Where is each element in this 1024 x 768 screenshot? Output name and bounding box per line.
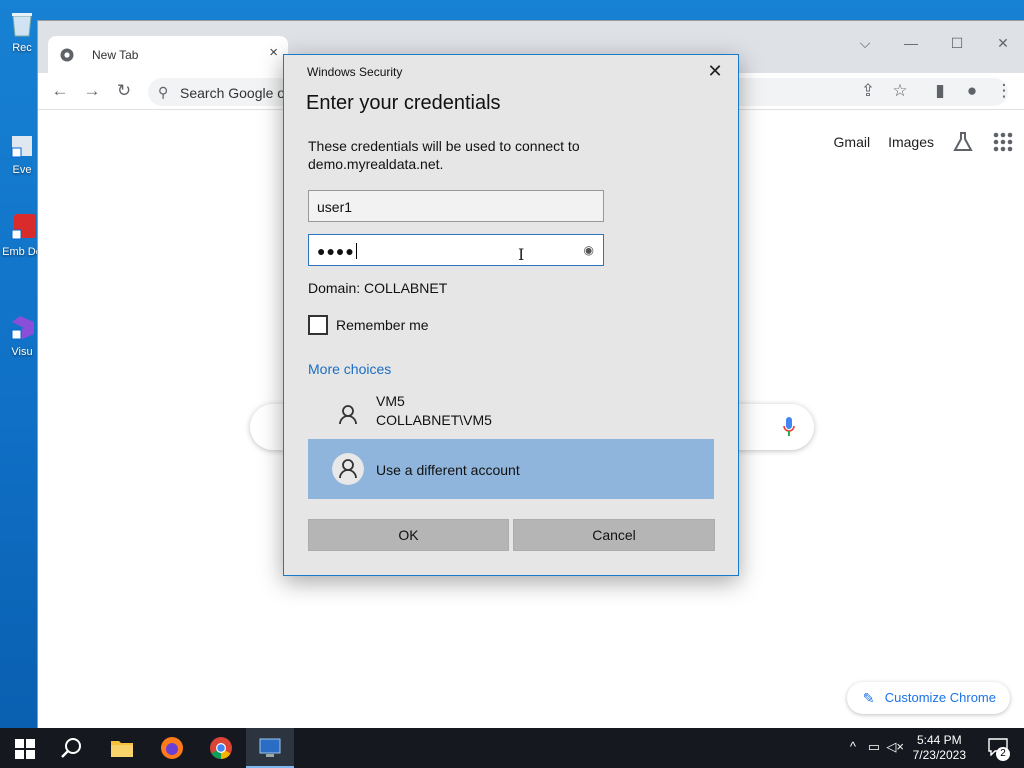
volume-muted-icon[interactable]: ◁× (886, 739, 904, 755)
ntp-header-links: Gmail Images (834, 131, 1014, 153)
dialog-close-icon[interactable]: ✕ (704, 61, 726, 82)
pencil-icon: ✎ (862, 690, 875, 706)
ok-button[interactable]: OK (308, 519, 509, 551)
taskbar-file-explorer[interactable] (98, 728, 146, 768)
maximize-icon[interactable]: ☐ (934, 35, 980, 52)
chrome-icon (210, 737, 232, 759)
apps-grid-icon[interactable] (992, 131, 1014, 153)
domain-label: Domain: COLLABNET (308, 280, 448, 296)
username-field[interactable]: user1 (308, 190, 604, 222)
folder-icon (111, 741, 133, 757)
omnibox-placeholder: Search Google o (180, 85, 286, 101)
clock[interactable]: 5:44 PM 7/23/2023 (913, 733, 966, 763)
customize-chrome-label: Customize Chrome (884, 690, 996, 705)
minimize-icon[interactable]: — (888, 35, 934, 51)
clock-date: 7/23/2023 (912, 748, 966, 762)
more-choices-link[interactable]: More choices (308, 361, 391, 377)
user-avatar-icon (332, 453, 364, 485)
search-icon (61, 738, 81, 758)
password-mask: ●●●● (317, 243, 355, 259)
tab-new-tab[interactable]: New Tab × (48, 36, 288, 73)
start-button[interactable] (0, 728, 48, 768)
images-link[interactable]: Images (888, 134, 934, 150)
recycle-bin-icon (12, 13, 32, 37)
bookmark-star-icon[interactable]: ☆ (889, 81, 911, 101)
account-detail: COLLABNET\VM5 (376, 412, 492, 428)
password-field[interactable]: ●●●● ◉ (308, 234, 604, 266)
tray-overflow-chevron-icon[interactable]: ^ (850, 739, 856, 754)
reveal-password-eye-icon[interactable]: ◉ (584, 243, 595, 257)
share-icon[interactable]: ⇪ (857, 81, 879, 101)
search-icon: ⚲ (158, 84, 169, 100)
visual-studio-icon (11, 316, 34, 340)
cancel-button[interactable]: Cancel (513, 519, 715, 551)
account-option-vm5[interactable]: VM5 COLLABNET\VM5 (308, 385, 714, 445)
network-icon[interactable]: ▭ (868, 739, 880, 755)
chrome-favicon-icon (60, 48, 74, 62)
desktop-icon-label: Eve (12, 164, 32, 176)
desktop-icon-event[interactable]: Eve (2, 130, 42, 176)
desktop-icon-embedded[interactable]: Emb De (2, 212, 42, 258)
menu-icon[interactable]: ⋮ (993, 81, 1015, 101)
tab-title: New Tab (92, 48, 139, 62)
windows-security-dialog: Windows Security ✕ Enter your credential… (283, 54, 739, 576)
account-option-different[interactable]: Use a different account (308, 439, 714, 499)
account-name: VM5 (376, 393, 405, 409)
gmail-link[interactable]: Gmail (834, 134, 871, 150)
reload-icon[interactable]: ↻ (113, 81, 135, 101)
remember-me-label: Remember me (336, 317, 429, 333)
desktop-icon-label: Visu (11, 346, 33, 358)
customize-chrome-button[interactable]: ✎ Customize Chrome (846, 682, 1010, 714)
taskbar-firefox[interactable] (148, 728, 196, 768)
dialog-title: Enter your credentials (306, 92, 501, 114)
back-icon[interactable]: ← (49, 81, 71, 101)
tab-search-chevron-icon[interactable]: ⌵ (842, 35, 888, 52)
desktop-icon-label: Emb De (2, 246, 42, 258)
firefox-icon (161, 737, 183, 759)
remote-desktop-icon (259, 738, 281, 757)
checkbox-box[interactable] (308, 315, 328, 335)
text-caret (355, 243, 357, 259)
taskbar-search-button[interactable] (48, 728, 96, 768)
desktop-icon-label: Rec (12, 42, 32, 54)
windows-logo-icon (15, 739, 35, 759)
forward-icon[interactable]: → (81, 81, 103, 101)
voice-search-mic-icon[interactable] (782, 416, 796, 438)
shortcut-icon (11, 136, 32, 158)
app-red-icon (11, 214, 36, 240)
taskbar-chrome[interactable] (197, 728, 245, 768)
ibeam-cursor-icon: I (518, 245, 525, 264)
window-close-icon[interactable]: ✕ (980, 35, 1024, 52)
notification-count-badge: 2 (996, 747, 1010, 761)
dialog-app-name: Windows Security (307, 65, 403, 79)
clock-time: 5:44 PM (916, 733, 962, 747)
side-panel-icon[interactable]: ▮ (929, 81, 951, 101)
user-avatar-icon (339, 405, 357, 425)
remember-me-checkbox[interactable]: Remember me (308, 315, 429, 335)
taskbar: ^ ▭ ◁× 5:44 PM 7/23/2023 2 (0, 728, 1024, 768)
labs-flask-icon[interactable] (952, 131, 974, 153)
account-name: Use a different account (376, 462, 520, 478)
profile-icon[interactable]: ● (961, 81, 983, 101)
dialog-message: These credentials will be used to connec… (308, 138, 580, 172)
desktop-icon-recycle-bin[interactable]: Rec (2, 8, 42, 54)
taskbar-remote-desktop[interactable] (246, 728, 294, 768)
tab-close-icon[interactable]: × (269, 44, 278, 61)
username-value: user1 (317, 199, 353, 215)
desktop-icon-visual-studio[interactable]: Visu (2, 312, 42, 358)
